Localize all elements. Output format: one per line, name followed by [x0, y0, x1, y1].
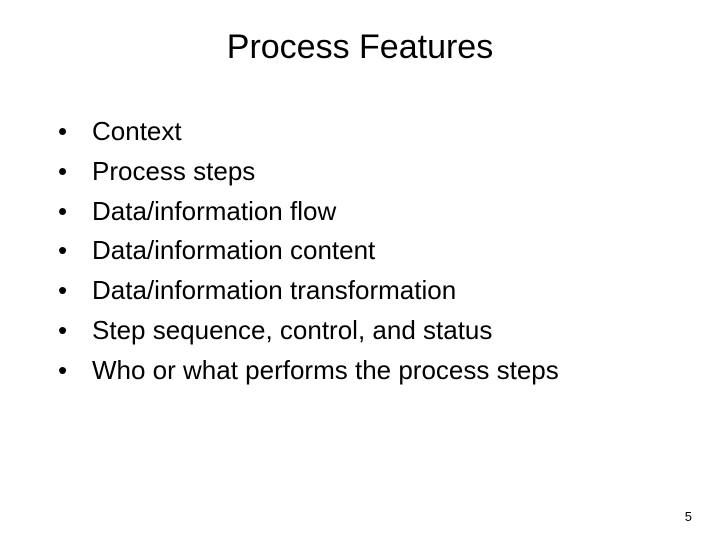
bullet-icon: •: [58, 195, 92, 229]
list-item: • Data/information flow: [58, 195, 680, 229]
list-item: • Data/information content: [58, 234, 680, 268]
bullet-icon: •: [58, 314, 92, 348]
bullet-icon: •: [58, 115, 92, 149]
list-item: • Context: [58, 115, 680, 149]
bullet-text: Data/information transformation: [92, 274, 456, 308]
list-item: • Step sequence, control, and status: [58, 314, 680, 348]
bullet-text: Data/information content: [92, 234, 375, 268]
bullet-text: Context: [92, 115, 182, 149]
bullet-icon: •: [58, 274, 92, 308]
bullet-text: Process steps: [92, 155, 255, 189]
bullet-text: Data/information flow: [92, 195, 336, 229]
slide-container: Process Features • Context • Process ste…: [0, 0, 720, 540]
bullet-icon: •: [58, 155, 92, 189]
bullet-text: Who or what performs the process steps: [92, 354, 559, 388]
list-item: • Who or what performs the process steps: [58, 354, 680, 388]
slide-title: Process Features: [40, 28, 680, 67]
bullet-icon: •: [58, 234, 92, 268]
page-number: 5: [685, 509, 692, 524]
bullet-text: Step sequence, control, and status: [92, 314, 492, 348]
bullet-list: • Context • Process steps • Data/informa…: [40, 115, 680, 388]
list-item: • Data/information transformation: [58, 274, 680, 308]
bullet-icon: •: [58, 354, 92, 388]
list-item: • Process steps: [58, 155, 680, 189]
